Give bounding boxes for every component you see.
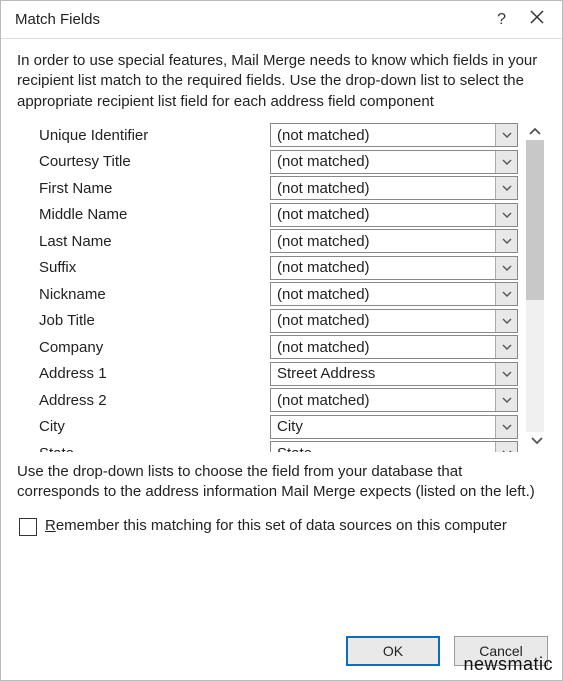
chevron-down-icon[interactable] <box>495 283 517 305</box>
instructions-top: In order to use special features, Mail M… <box>17 51 546 112</box>
field-select[interactable]: (not matched) <box>270 388 518 412</box>
field-select[interactable]: (not matched) <box>270 309 518 333</box>
field-select-value: (not matched) <box>271 180 495 197</box>
chevron-down-icon[interactable] <box>495 442 517 452</box>
field-label: First Name <box>35 180 270 197</box>
field-label: State <box>35 445 270 452</box>
remember-checkbox-row[interactable]: Remember this matching for this set of d… <box>19 516 546 536</box>
field-select[interactable]: (not matched) <box>270 229 518 253</box>
remember-checkbox-label: Remember this matching for this set of d… <box>45 516 507 536</box>
field-select-value: (not matched) <box>271 206 495 223</box>
field-select[interactable]: (not matched) <box>270 150 518 174</box>
field-label: City <box>35 418 270 435</box>
match-fields-dialog: Match Fields ? In order to use special f… <box>0 0 563 681</box>
field-row: Address 1Street Address <box>35 360 518 387</box>
field-row: Courtesy Title(not matched) <box>35 148 518 175</box>
chevron-down-icon[interactable] <box>495 389 517 411</box>
field-label: Job Title <box>35 312 270 329</box>
titlebar-controls: ? <box>497 10 552 29</box>
field-select-value: (not matched) <box>271 259 495 276</box>
dialog-buttons: OK Cancel <box>1 626 562 680</box>
field-select-value: (not matched) <box>271 153 495 170</box>
chevron-down-icon[interactable] <box>495 177 517 199</box>
field-row: First Name(not matched) <box>35 175 518 202</box>
field-label: Last Name <box>35 233 270 250</box>
titlebar: Match Fields ? <box>1 1 562 39</box>
field-select-value: (not matched) <box>271 286 495 303</box>
field-select[interactable]: (not matched) <box>270 123 518 147</box>
chevron-down-icon[interactable] <box>495 336 517 358</box>
ok-button[interactable]: OK <box>346 636 440 666</box>
scroll-up-icon[interactable] <box>526 122 544 140</box>
instructions-bottom: Use the drop-down lists to choose the fi… <box>17 462 546 503</box>
field-row: Company(not matched) <box>35 334 518 361</box>
field-select[interactable]: State <box>270 441 518 452</box>
field-row: CityCity <box>35 413 518 440</box>
field-row: Unique Identifier(not matched) <box>35 122 518 149</box>
field-label: Nickname <box>35 286 270 303</box>
chevron-down-icon[interactable] <box>495 230 517 252</box>
field-row: StateState <box>35 440 518 452</box>
field-row: Suffix(not matched) <box>35 254 518 281</box>
chevron-down-icon[interactable] <box>495 124 517 146</box>
scroll-thumb[interactable] <box>526 140 544 301</box>
chevron-down-icon[interactable] <box>495 310 517 332</box>
chevron-down-icon[interactable] <box>495 257 517 279</box>
field-row: Job Title(not matched) <box>35 307 518 334</box>
cancel-button[interactable]: Cancel <box>454 636 548 666</box>
field-select[interactable]: City <box>270 415 518 439</box>
field-select-value: (not matched) <box>271 339 495 356</box>
field-select-value: City <box>271 418 495 435</box>
field-label: Courtesy Title <box>35 153 270 170</box>
field-label: Address 1 <box>35 365 270 382</box>
field-select[interactable]: (not matched) <box>270 203 518 227</box>
close-icon[interactable] <box>530 10 544 29</box>
chevron-down-icon[interactable] <box>495 151 517 173</box>
chevron-down-icon[interactable] <box>495 416 517 438</box>
field-row: Middle Name(not matched) <box>35 201 518 228</box>
scroll-down-icon[interactable] <box>528 432 546 450</box>
field-select-value: (not matched) <box>271 127 495 144</box>
dialog-content: In order to use special features, Mail M… <box>1 39 562 626</box>
field-select[interactable]: (not matched) <box>270 256 518 280</box>
field-select-value: (not matched) <box>271 312 495 329</box>
field-row: Nickname(not matched) <box>35 281 518 308</box>
dialog-title: Match Fields <box>15 11 497 28</box>
field-select-value: (not matched) <box>271 392 495 409</box>
field-row: Address 2(not matched) <box>35 387 518 414</box>
field-label: Unique Identifier <box>35 127 270 144</box>
field-select[interactable]: (not matched) <box>270 335 518 359</box>
field-select-value: State <box>271 445 495 452</box>
field-select[interactable]: (not matched) <box>270 282 518 306</box>
field-label: Middle Name <box>35 206 270 223</box>
fields-list-wrapper: Unique Identifier(not matched)Courtesy T… <box>17 122 546 452</box>
field-label: Company <box>35 339 270 356</box>
field-row: Last Name(not matched) <box>35 228 518 255</box>
field-label: Address 2 <box>35 392 270 409</box>
field-select[interactable]: Street Address <box>270 362 518 386</box>
chevron-down-icon[interactable] <box>495 204 517 226</box>
field-select-value: Street Address <box>271 365 495 382</box>
chevron-down-icon[interactable] <box>495 363 517 385</box>
scroll-track[interactable] <box>526 140 544 432</box>
remember-checkbox[interactable] <box>19 518 37 536</box>
field-select[interactable]: (not matched) <box>270 176 518 200</box>
help-icon[interactable]: ? <box>497 11 506 29</box>
field-label: Suffix <box>35 259 270 276</box>
scrollbar[interactable] <box>524 122 546 452</box>
fields-list: Unique Identifier(not matched)Courtesy T… <box>17 122 518 452</box>
field-select-value: (not matched) <box>271 233 495 250</box>
